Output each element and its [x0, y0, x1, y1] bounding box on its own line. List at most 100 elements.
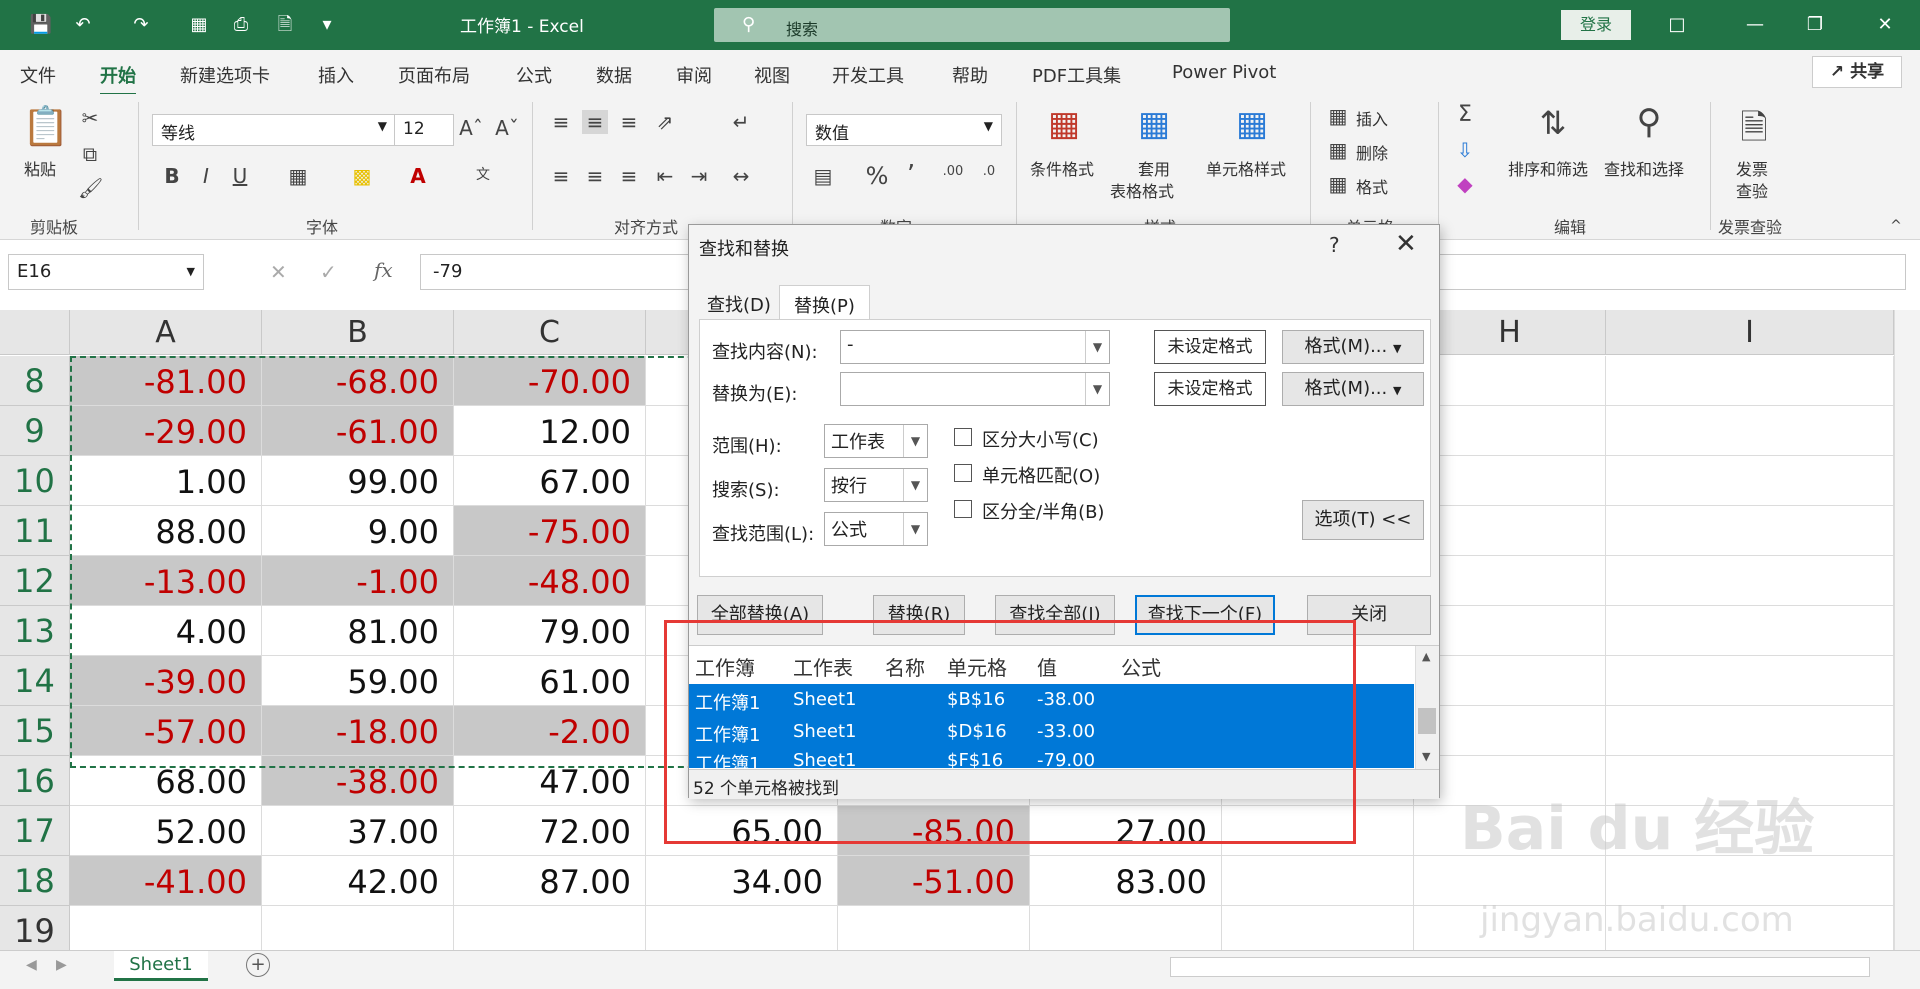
- cell[interactable]: [1414, 456, 1606, 506]
- close-icon[interactable]: ✕: [1395, 229, 1417, 259]
- number-format-select[interactable]: 数值 ▼: [806, 114, 1002, 146]
- restore-icon[interactable]: ❐: [1800, 10, 1830, 40]
- select-all-corner[interactable]: [0, 310, 70, 355]
- row-header[interactable]: 16: [0, 756, 70, 806]
- delete-cells-icon[interactable]: ▦: [1326, 138, 1350, 162]
- fill-icon[interactable]: ⇩: [1452, 138, 1478, 162]
- underline-icon[interactable]: U: [228, 164, 252, 188]
- tab-page-layout[interactable]: 页面布局: [398, 62, 470, 88]
- border-icon[interactable]: ▦: [286, 164, 310, 188]
- increase-decimal-icon[interactable]: .00: [940, 164, 966, 179]
- cell[interactable]: [1222, 856, 1414, 906]
- cell[interactable]: 52.00: [70, 806, 262, 856]
- document-icon[interactable]: 🗎: [272, 12, 298, 38]
- chevron-down-icon[interactable]: ▼: [1085, 373, 1109, 405]
- column-header-a[interactable]: A: [70, 310, 262, 355]
- match-width-checkbox[interactable]: [954, 500, 972, 518]
- cell[interactable]: 72.00: [454, 806, 646, 856]
- percent-icon[interactable]: %: [864, 162, 890, 190]
- chevron-down-icon[interactable]: ▼: [1085, 331, 1109, 363]
- row-header[interactable]: 15: [0, 706, 70, 756]
- align-top-icon[interactable]: ≡: [548, 110, 574, 134]
- conditional-format-label[interactable]: 条件格式: [1030, 156, 1094, 180]
- cell[interactable]: [454, 906, 646, 956]
- match-cell-checkbox[interactable]: [954, 464, 972, 482]
- cell[interactable]: [646, 906, 838, 956]
- insert-function-icon[interactable]: fx: [374, 258, 393, 282]
- format-cells-label[interactable]: 格式: [1356, 174, 1388, 198]
- font-size-select[interactable]: 12: [394, 114, 454, 146]
- scroll-up-icon[interactable]: ▲: [1422, 650, 1430, 663]
- cell[interactable]: [1414, 656, 1606, 706]
- row-header[interactable]: 14: [0, 656, 70, 706]
- undo-icon[interactable]: ↶: [70, 12, 96, 38]
- cell[interactable]: [1606, 356, 1894, 406]
- align-left-icon[interactable]: ≡: [548, 164, 574, 188]
- cell[interactable]: [1606, 606, 1894, 656]
- tab-formulas[interactable]: 公式: [516, 62, 552, 88]
- minimize-icon[interactable]: —: [1740, 10, 1770, 40]
- cell[interactable]: 37.00: [262, 806, 454, 856]
- align-right-icon[interactable]: ≡: [616, 164, 642, 188]
- table-format-icon[interactable]: ▦: [1132, 104, 1176, 144]
- help-icon[interactable]: ?: [1329, 233, 1340, 257]
- invoice-label-1[interactable]: 发票: [1736, 156, 1768, 180]
- row-header[interactable]: 13: [0, 606, 70, 656]
- invoice-label-2[interactable]: 查验: [1736, 178, 1768, 202]
- search-box[interactable]: ⚲ 搜索: [714, 8, 1230, 42]
- tab-review[interactable]: 审阅: [676, 62, 712, 88]
- cell[interactable]: [1606, 556, 1894, 606]
- invoice-icon[interactable]: 🗎: [1730, 104, 1778, 161]
- window-close-icon[interactable]: ✕: [1870, 10, 1900, 40]
- search-order-select[interactable]: 按行 ▼: [824, 468, 928, 502]
- italic-icon[interactable]: I: [194, 164, 218, 188]
- cell[interactable]: [70, 906, 262, 956]
- decrease-indent-icon[interactable]: ⇤: [652, 164, 678, 188]
- login-button[interactable]: 登录: [1561, 10, 1631, 40]
- options-button[interactable]: 选项(T) <<: [1302, 500, 1424, 540]
- cell[interactable]: [1414, 606, 1606, 656]
- cut-icon[interactable]: ✂: [78, 106, 102, 130]
- share-button[interactable]: ↗ 共享: [1812, 56, 1902, 88]
- row-header[interactable]: 8: [0, 356, 70, 406]
- match-case-checkbox[interactable]: [954, 428, 972, 446]
- cell[interactable]: 87.00: [454, 856, 646, 906]
- form-icon[interactable]: ▦: [186, 12, 212, 38]
- cell[interactable]: [1414, 556, 1606, 606]
- table-format-label-1[interactable]: 套用: [1138, 156, 1170, 180]
- lookin-select[interactable]: 公式 ▼: [824, 512, 928, 546]
- paste-icon[interactable]: 📋: [22, 104, 69, 149]
- row-header[interactable]: 11: [0, 506, 70, 556]
- column-header-c[interactable]: C: [454, 310, 646, 355]
- cell[interactable]: [1606, 706, 1894, 756]
- cell[interactable]: [1606, 656, 1894, 706]
- customize-toolbar-icon[interactable]: ▾: [314, 12, 340, 38]
- cell[interactable]: -51.00: [838, 856, 1030, 906]
- confirm-entry-icon[interactable]: ✓: [320, 260, 337, 284]
- cell[interactable]: [1414, 706, 1606, 756]
- row-header[interactable]: 10: [0, 456, 70, 506]
- tab-power-pivot[interactable]: Power Pivot: [1172, 62, 1276, 83]
- decrease-font-icon[interactable]: Aˇ: [494, 116, 520, 140]
- orientation-icon[interactable]: ⇗: [652, 110, 678, 134]
- insert-cells-label[interactable]: 插入: [1356, 106, 1388, 130]
- cell[interactable]: 42.00: [262, 856, 454, 906]
- increase-indent-icon[interactable]: ⇥: [686, 164, 712, 188]
- cell[interactable]: [1222, 906, 1414, 956]
- clear-icon[interactable]: ◆: [1452, 172, 1478, 196]
- cell[interactable]: [1606, 406, 1894, 456]
- scroll-thumb[interactable]: [1418, 708, 1436, 734]
- find-select-label[interactable]: 查找和选择: [1604, 156, 1684, 180]
- font-color-icon[interactable]: A: [406, 164, 430, 188]
- insert-cells-icon[interactable]: ▦: [1326, 104, 1350, 128]
- cell-style-label[interactable]: 单元格样式: [1206, 156, 1286, 180]
- cell[interactable]: [1030, 906, 1222, 956]
- comma-icon[interactable]: ’: [898, 160, 924, 190]
- scroll-down-icon[interactable]: ▼: [1422, 750, 1430, 763]
- conditional-format-icon[interactable]: ▦: [1042, 104, 1086, 144]
- replace-input[interactable]: ▼: [840, 372, 1110, 406]
- column-header-i[interactable]: I: [1606, 310, 1894, 355]
- scope-select[interactable]: 工作表 ▼: [824, 424, 928, 458]
- cell[interactable]: 83.00: [1030, 856, 1222, 906]
- tab-help[interactable]: 帮助: [952, 62, 988, 88]
